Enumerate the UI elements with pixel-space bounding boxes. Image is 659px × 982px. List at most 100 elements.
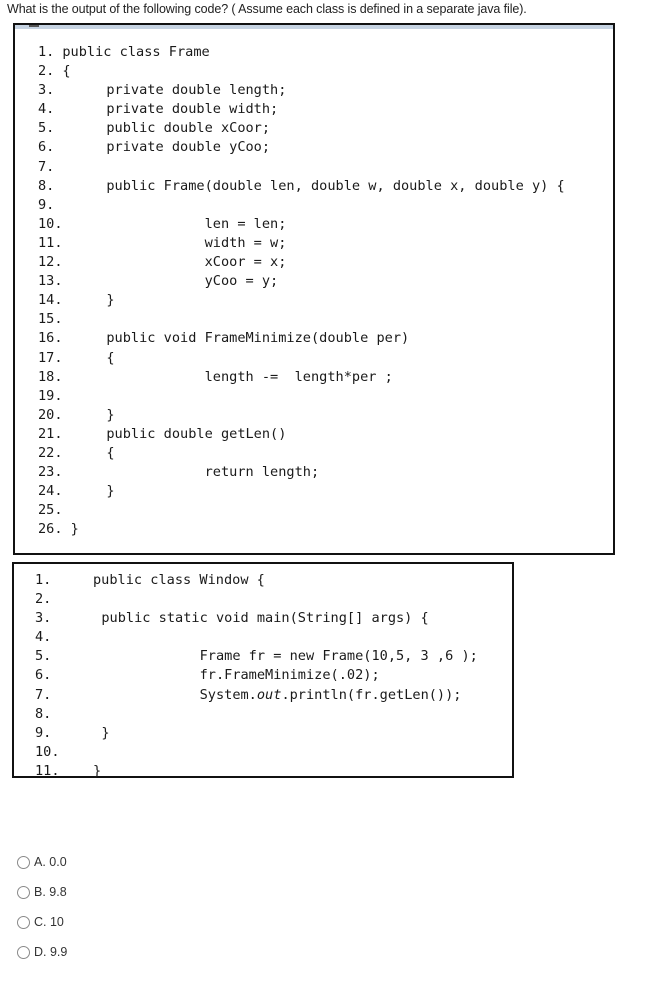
code-line: 4. private double width;	[38, 100, 565, 119]
code-line: 9. }	[35, 724, 478, 743]
line-number: 2.	[35, 591, 52, 608]
code-line: 2.	[35, 590, 478, 609]
line-code: xCoor = x;	[90, 254, 287, 271]
line-number: 19.	[38, 387, 63, 404]
code-line: 1. public class Window {	[35, 571, 478, 590]
radio-button-icon[interactable]	[17, 945, 30, 959]
code-listing-frame: 1. public class Frame 2. {3. private double…	[38, 43, 565, 539]
code-line: 2. {	[38, 62, 565, 81]
line-number: 24.	[38, 483, 63, 500]
line-number: 14.	[38, 292, 63, 309]
code-line: 1. public class Frame	[38, 43, 565, 62]
code-line: 12. xCoor = x;	[38, 253, 565, 272]
radio-button-icon[interactable]	[17, 885, 30, 899]
line-code: len = len;	[90, 215, 287, 232]
line-number: 11.	[38, 234, 63, 251]
code-line: 9.	[38, 196, 565, 215]
code-line: 14. }	[38, 291, 565, 310]
code-line: 10.	[35, 743, 478, 762]
code-line: 7. System.out.println(fr.getLen());	[35, 686, 478, 705]
line-number: 8.	[35, 705, 52, 722]
line-code: private double yCoo;	[90, 139, 271, 156]
line-number: 9.	[35, 724, 52, 741]
line-number: 16.	[38, 330, 63, 347]
option-label: D. 9.9	[34, 945, 68, 959]
line-number: 1.	[35, 572, 52, 588]
line-number: 22.	[38, 444, 63, 461]
line-code: }	[85, 724, 110, 741]
line-code: public static void main(String[] args) {	[85, 610, 429, 627]
line-code: }	[93, 762, 102, 779]
line-number: 15.	[38, 311, 63, 328]
line-code: }	[90, 406, 115, 423]
code-line: 18. length -= length*per ;	[38, 368, 565, 387]
option-a[interactable]: A. 0.0	[17, 847, 67, 877]
code-line: 20. }	[38, 406, 565, 425]
option-label: C. 10	[34, 915, 64, 929]
code-line: 15.	[38, 310, 565, 329]
radio-button-icon[interactable]	[17, 855, 30, 869]
code-block-frame: 1. public class Frame 2. {3. private double…	[13, 23, 615, 555]
line-number: 3.	[35, 610, 52, 627]
radio-button-icon[interactable]	[17, 915, 30, 929]
line-number: 6.	[35, 667, 52, 684]
line-number: 25.	[38, 502, 63, 519]
line-number: 2.	[38, 63, 55, 80]
line-number: 10.	[35, 743, 60, 760]
line-number: 12.	[38, 254, 63, 271]
code-line: 21. public double getLen()	[38, 425, 565, 444]
line-code: }	[90, 292, 115, 309]
line-code: return length;	[90, 464, 320, 481]
line-number: 5.	[38, 120, 55, 137]
line-number: 4.	[35, 629, 52, 646]
code-line: 11.}	[35, 762, 478, 781]
line-number: 1.	[38, 44, 55, 60]
line-number: 17.	[38, 349, 63, 366]
line-code: {	[90, 349, 115, 366]
line-number: 4.	[38, 101, 55, 118]
line-number: 9.	[38, 196, 55, 213]
question-text: What is the output of the following code…	[7, 2, 527, 16]
code-line: 4.	[35, 628, 478, 647]
line-number: 18.	[38, 368, 63, 385]
code-line: 5. Frame fr = new Frame(10,5, 3 ,6 );	[35, 647, 478, 666]
line-number: 6.	[38, 139, 55, 156]
line-code: }	[70, 521, 79, 538]
code-line: 3. private double length;	[38, 81, 565, 100]
option-c[interactable]: C. 10	[17, 907, 67, 937]
code-line: 7.	[38, 158, 565, 177]
line-code: public double getLen()	[90, 425, 287, 442]
code-line: 6. fr.FrameMinimize(.02);	[35, 666, 478, 685]
code-line: 11. width = w;	[38, 234, 565, 253]
line-number: 21.	[38, 425, 63, 442]
line-number: 26.	[38, 521, 63, 538]
line-code: length -= length*per ;	[90, 368, 393, 385]
code-line: 10. len = len;	[38, 215, 565, 234]
line-number: 3.	[38, 82, 55, 99]
line-number: 7.	[38, 158, 55, 175]
line-code: {	[62, 63, 71, 80]
option-b[interactable]: B. 9.8	[17, 877, 67, 907]
code-line: 24. }	[38, 482, 565, 501]
line-number: 10.	[38, 215, 63, 232]
option-d[interactable]: D. 9.9	[17, 937, 67, 967]
line-number: 11.	[35, 762, 60, 779]
code-line: 17. {	[38, 349, 565, 368]
code-line: 26.}	[38, 520, 565, 539]
answer-options: A. 0.0 B. 9.8 C. 10 D. 9.9	[17, 847, 67, 967]
line-code: {	[90, 444, 115, 461]
code-line: 19.	[38, 387, 565, 406]
code-line: 6. private double yCoo;	[38, 138, 565, 157]
line-code: private double length;	[90, 82, 287, 99]
line-number: 8.	[38, 177, 55, 194]
line-code: public Frame(double len, double w, doubl…	[90, 177, 565, 194]
code-line: 3. public static void main(String[] args…	[35, 609, 478, 628]
line-number: 23.	[38, 464, 63, 481]
line-code: yCoo = y;	[90, 273, 279, 290]
line-code: System.out.println(fr.getLen());	[85, 686, 462, 703]
line-code: public class Frame	[62, 44, 210, 60]
line-number: 13.	[38, 273, 63, 290]
option-label: A. 0.0	[34, 855, 67, 869]
line-code: public class Window {	[93, 572, 265, 588]
code-line: 22. {	[38, 444, 565, 463]
